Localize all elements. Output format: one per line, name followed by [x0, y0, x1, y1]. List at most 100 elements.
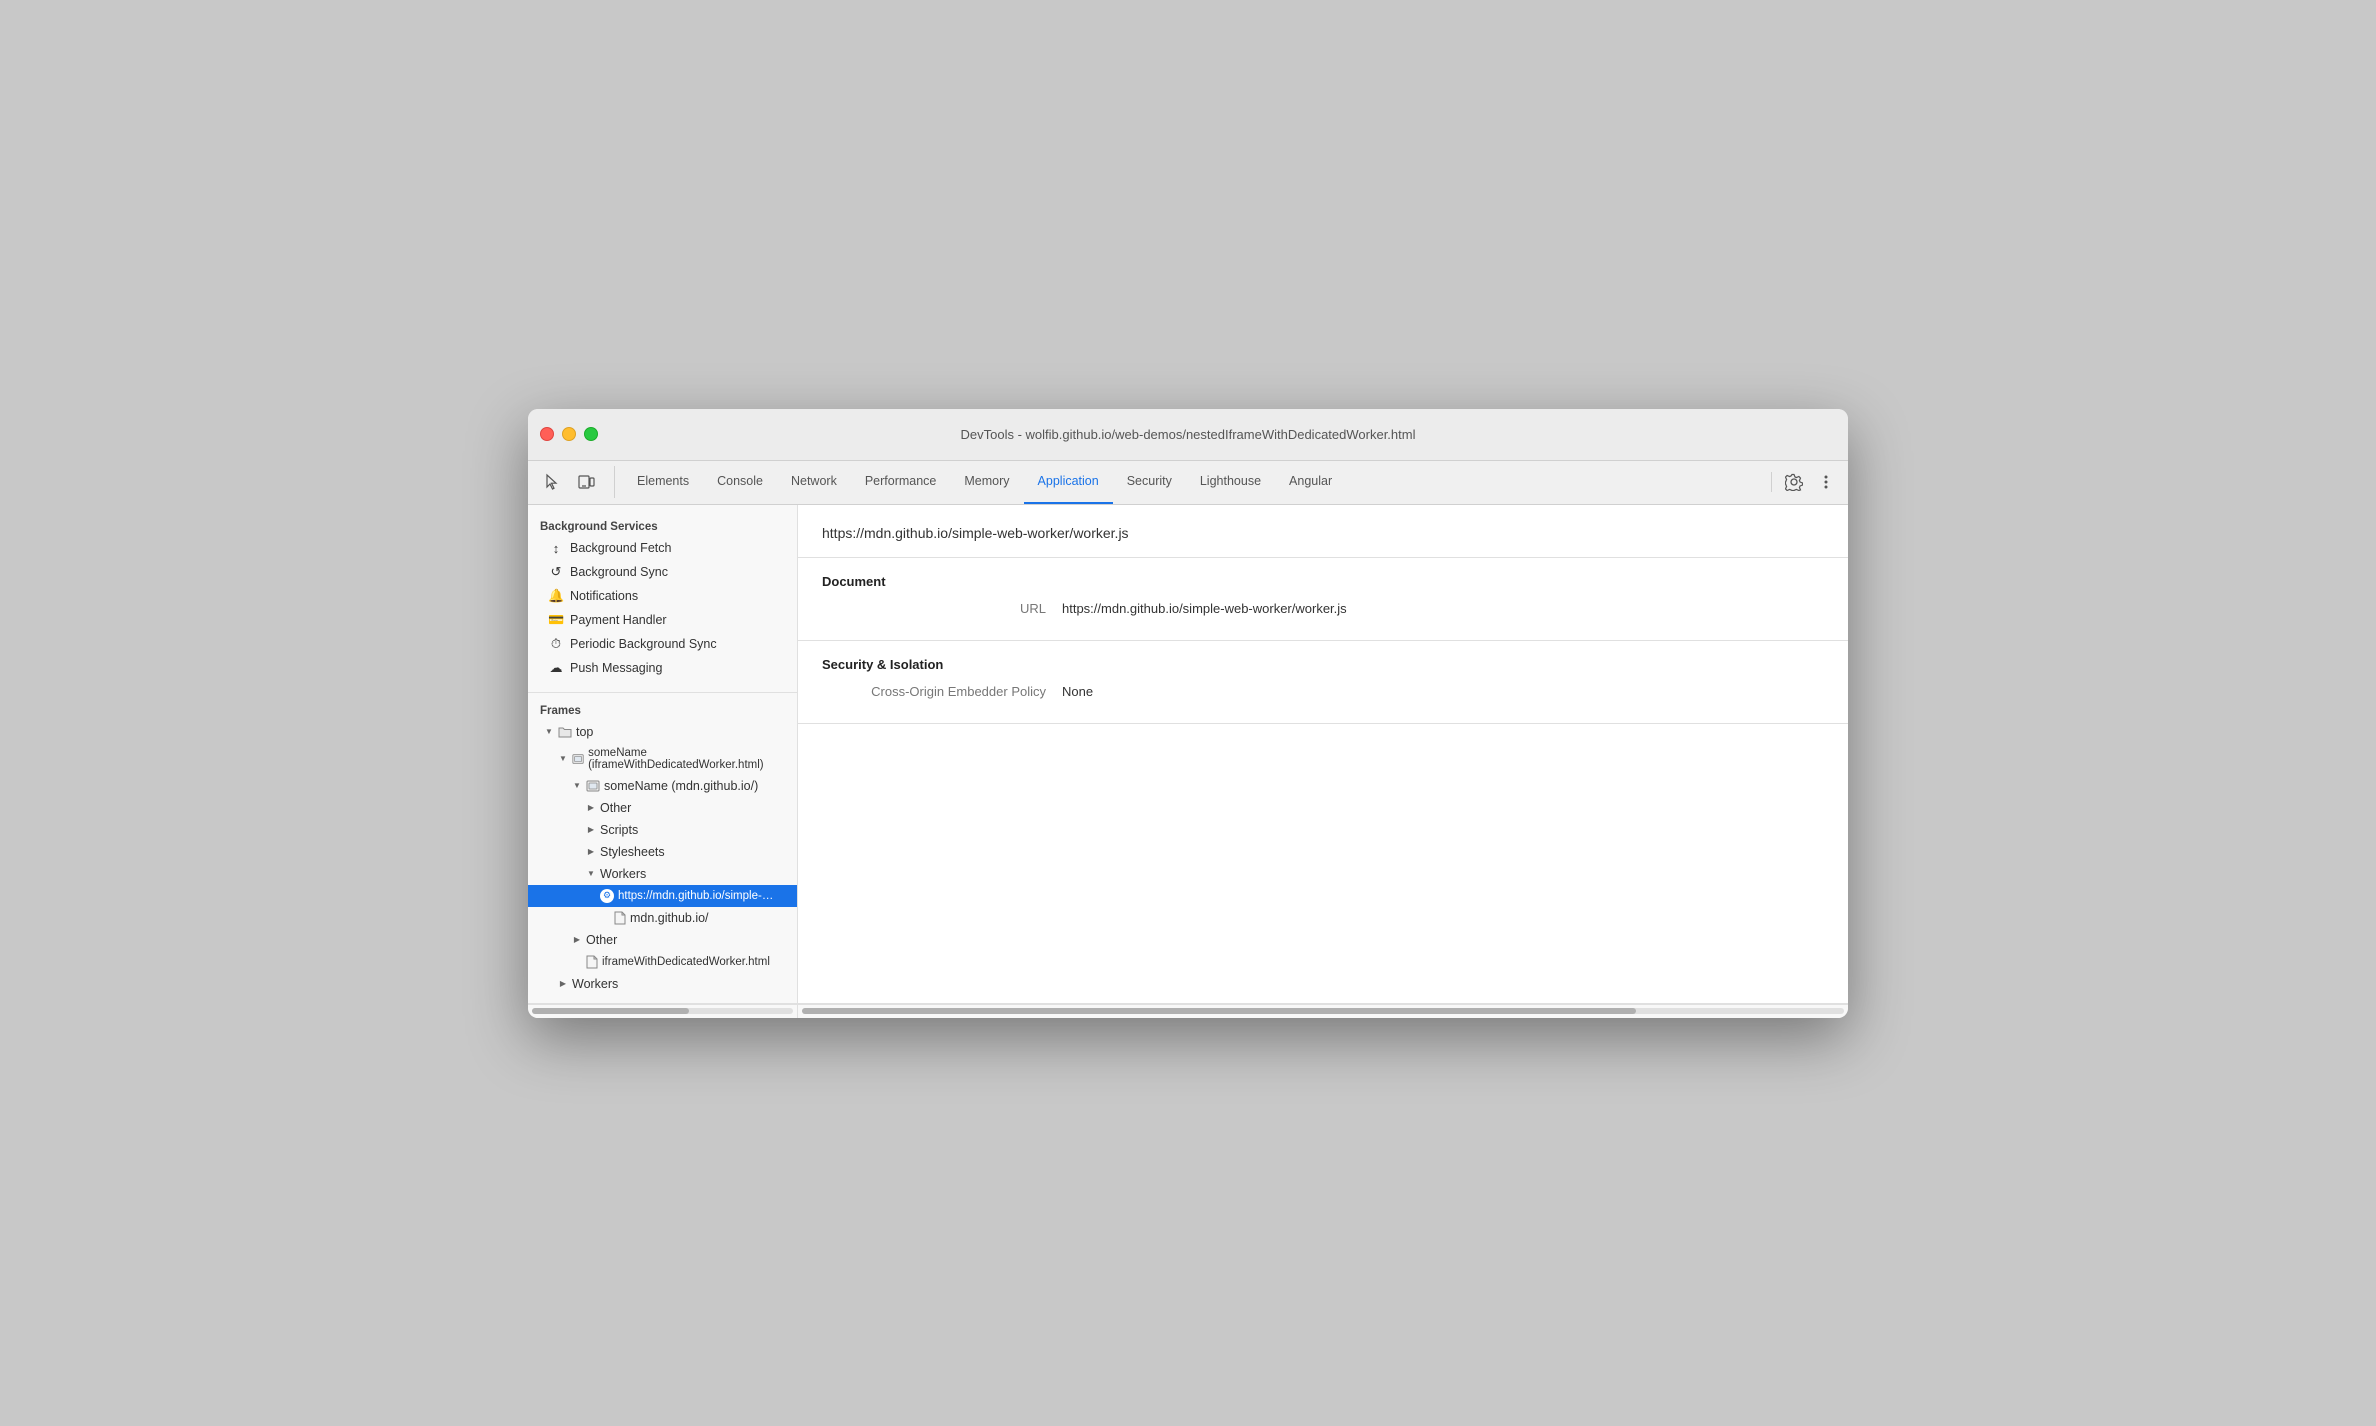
frames-title: Frames [528, 697, 797, 721]
tree-label-other-1: Other [600, 801, 631, 815]
toolbar-icons [536, 466, 615, 498]
toolbar-actions [1767, 468, 1840, 496]
tree-item-some-name-iframe[interactable]: someName (iframeWithDedicatedWorker.html… [528, 743, 797, 775]
devtools-window: DevTools - wolfib.github.io/web-demos/ne… [528, 409, 1848, 1018]
tree-item-stylesheets[interactable]: Stylesheets [528, 841, 797, 863]
tree-label-some-name-iframe: someName (iframeWithDedicatedWorker.html… [588, 747, 793, 771]
coep-value: None [1062, 684, 1093, 699]
close-button[interactable] [540, 427, 554, 441]
triangle-scripts [586, 825, 596, 835]
folder-icon-top [558, 726, 572, 738]
more-button[interactable] [1812, 468, 1840, 496]
titlebar: DevTools - wolfib.github.io/web-demos/ne… [528, 409, 1848, 461]
bottom-scrollbar-panel [528, 1003, 1848, 1018]
tree-label-worker-url: https://mdn.github.io/simple-web-worker [618, 890, 778, 902]
tree-label-workers-top: Workers [572, 977, 618, 991]
sidebar-item-payment-handler[interactable]: 💳 Payment Handler [528, 608, 797, 632]
security-title: Security & Isolation [822, 657, 1824, 672]
device-icon [577, 473, 595, 491]
traffic-lights [540, 427, 598, 441]
triangle-iframe-file [572, 957, 582, 967]
tab-performance[interactable]: Performance [851, 461, 951, 504]
toolbar: Elements Console Network Performance Mem… [528, 461, 1848, 505]
background-fetch-icon: ↕ [548, 541, 564, 556]
device-icon-button[interactable] [570, 466, 602, 498]
url-row: URL https://mdn.github.io/simple-web-wor… [822, 601, 1824, 616]
file-icon-iframe [586, 955, 598, 969]
settings-button[interactable] [1780, 468, 1808, 496]
sidebar-item-background-fetch[interactable]: ↕ Background Fetch [528, 537, 797, 560]
triangle-mdn-github [600, 913, 610, 923]
sidebar-item-push-messaging[interactable]: ☁ Push Messaging [528, 656, 797, 680]
tree-item-scripts[interactable]: Scripts [528, 819, 797, 841]
tab-lighthouse[interactable]: Lighthouse [1186, 461, 1275, 504]
triangle-other-2 [572, 935, 582, 945]
gear-icon [1785, 473, 1803, 491]
tree-item-other-1[interactable]: Other [528, 797, 797, 819]
window-title: DevTools - wolfib.github.io/web-demos/ne… [961, 427, 1416, 442]
tab-console[interactable]: Console [703, 461, 777, 504]
detail-scrollbar-track[interactable] [798, 1004, 1848, 1018]
sidebar: Background Services ↕ Background Fetch ↺… [528, 505, 798, 1003]
coep-row: Cross-Origin Embedder Policy None [822, 684, 1824, 699]
coep-label: Cross-Origin Embedder Policy [822, 684, 1062, 699]
iframe-icon-1 [572, 753, 584, 765]
triangle-other-1 [586, 803, 596, 813]
tree-label-stylesheets: Stylesheets [600, 845, 665, 859]
tab-memory[interactable]: Memory [950, 461, 1023, 504]
sidebar-scrollbar-track[interactable] [528, 1004, 798, 1018]
tab-network[interactable]: Network [777, 461, 851, 504]
frames-section: Frames top someName (iframeW [528, 692, 797, 995]
triangle-workers-top [558, 979, 568, 989]
tab-elements[interactable]: Elements [623, 461, 703, 504]
url-value: https://mdn.github.io/simple-web-worker/… [1062, 601, 1347, 616]
cursor-icon [543, 473, 561, 491]
security-section: Security & Isolation Cross-Origin Embedd… [798, 641, 1848, 724]
tree-label-workers: Workers [600, 867, 646, 881]
worker-gear-icon: ⚙ [600, 889, 614, 903]
tree-label-top: top [576, 725, 593, 739]
notifications-icon: 🔔 [548, 588, 564, 604]
triangle-some-name-iframe [558, 754, 568, 764]
sidebar-item-background-sync[interactable]: ↺ Background Sync [528, 560, 797, 584]
sidebar-item-periodic-bg-sync[interactable]: ⏱ Periodic Background Sync [528, 632, 797, 656]
tree-label-some-name-mdn: someName (mdn.github.io/) [604, 779, 758, 793]
tree-item-other-2[interactable]: Other [528, 929, 797, 951]
triangle-workers [586, 869, 596, 879]
triangle-stylesheets [586, 847, 596, 857]
tree-item-top[interactable]: top [528, 721, 797, 743]
background-sync-icon: ↺ [548, 564, 564, 580]
minimize-button[interactable] [562, 427, 576, 441]
tree-label-other-2: Other [586, 933, 617, 947]
background-services-title: Background Services [528, 513, 797, 537]
tab-application[interactable]: Application [1024, 461, 1113, 504]
document-title: Document [822, 574, 1824, 589]
iframe-icon-2 [586, 780, 600, 792]
inspect-icon-button[interactable] [536, 466, 568, 498]
tree-item-worker-url[interactable]: ⚙ https://mdn.github.io/simple-web-worke… [528, 885, 797, 907]
triangle-some-name-mdn [572, 781, 582, 791]
tree-label-scripts: Scripts [600, 823, 638, 837]
payment-handler-icon: 💳 [548, 612, 564, 628]
detail-panel: https://mdn.github.io/simple-web-worker/… [798, 505, 1848, 1003]
maximize-button[interactable] [584, 427, 598, 441]
push-messaging-icon: ☁ [548, 660, 564, 676]
tree-item-workers[interactable]: Workers [528, 863, 797, 885]
more-icon [1817, 473, 1835, 491]
detail-header: https://mdn.github.io/simple-web-worker/… [798, 505, 1848, 558]
tree-item-some-name-mdn[interactable]: someName (mdn.github.io/) [528, 775, 797, 797]
main-content: Background Services ↕ Background Fetch ↺… [528, 505, 1848, 1003]
file-icon-mdn [614, 911, 626, 925]
detail-url: https://mdn.github.io/simple-web-worker/… [822, 525, 1824, 541]
tree-item-iframe-file[interactable]: iframeWithDedicatedWorker.html [528, 951, 797, 973]
document-section: Document URL https://mdn.github.io/simpl… [798, 558, 1848, 641]
triangle-top [544, 727, 554, 737]
url-label: URL [822, 601, 1062, 616]
tabs-container: Elements Console Network Performance Mem… [623, 461, 1763, 504]
tab-security[interactable]: Security [1113, 461, 1186, 504]
tab-angular[interactable]: Angular [1275, 461, 1346, 504]
sidebar-item-notifications[interactable]: 🔔 Notifications [528, 584, 797, 608]
tree-item-mdn-github[interactable]: mdn.github.io/ [528, 907, 797, 929]
tree-label-iframe-file: iframeWithDedicatedWorker.html [602, 956, 770, 968]
tree-item-workers-top[interactable]: Workers [528, 973, 797, 995]
